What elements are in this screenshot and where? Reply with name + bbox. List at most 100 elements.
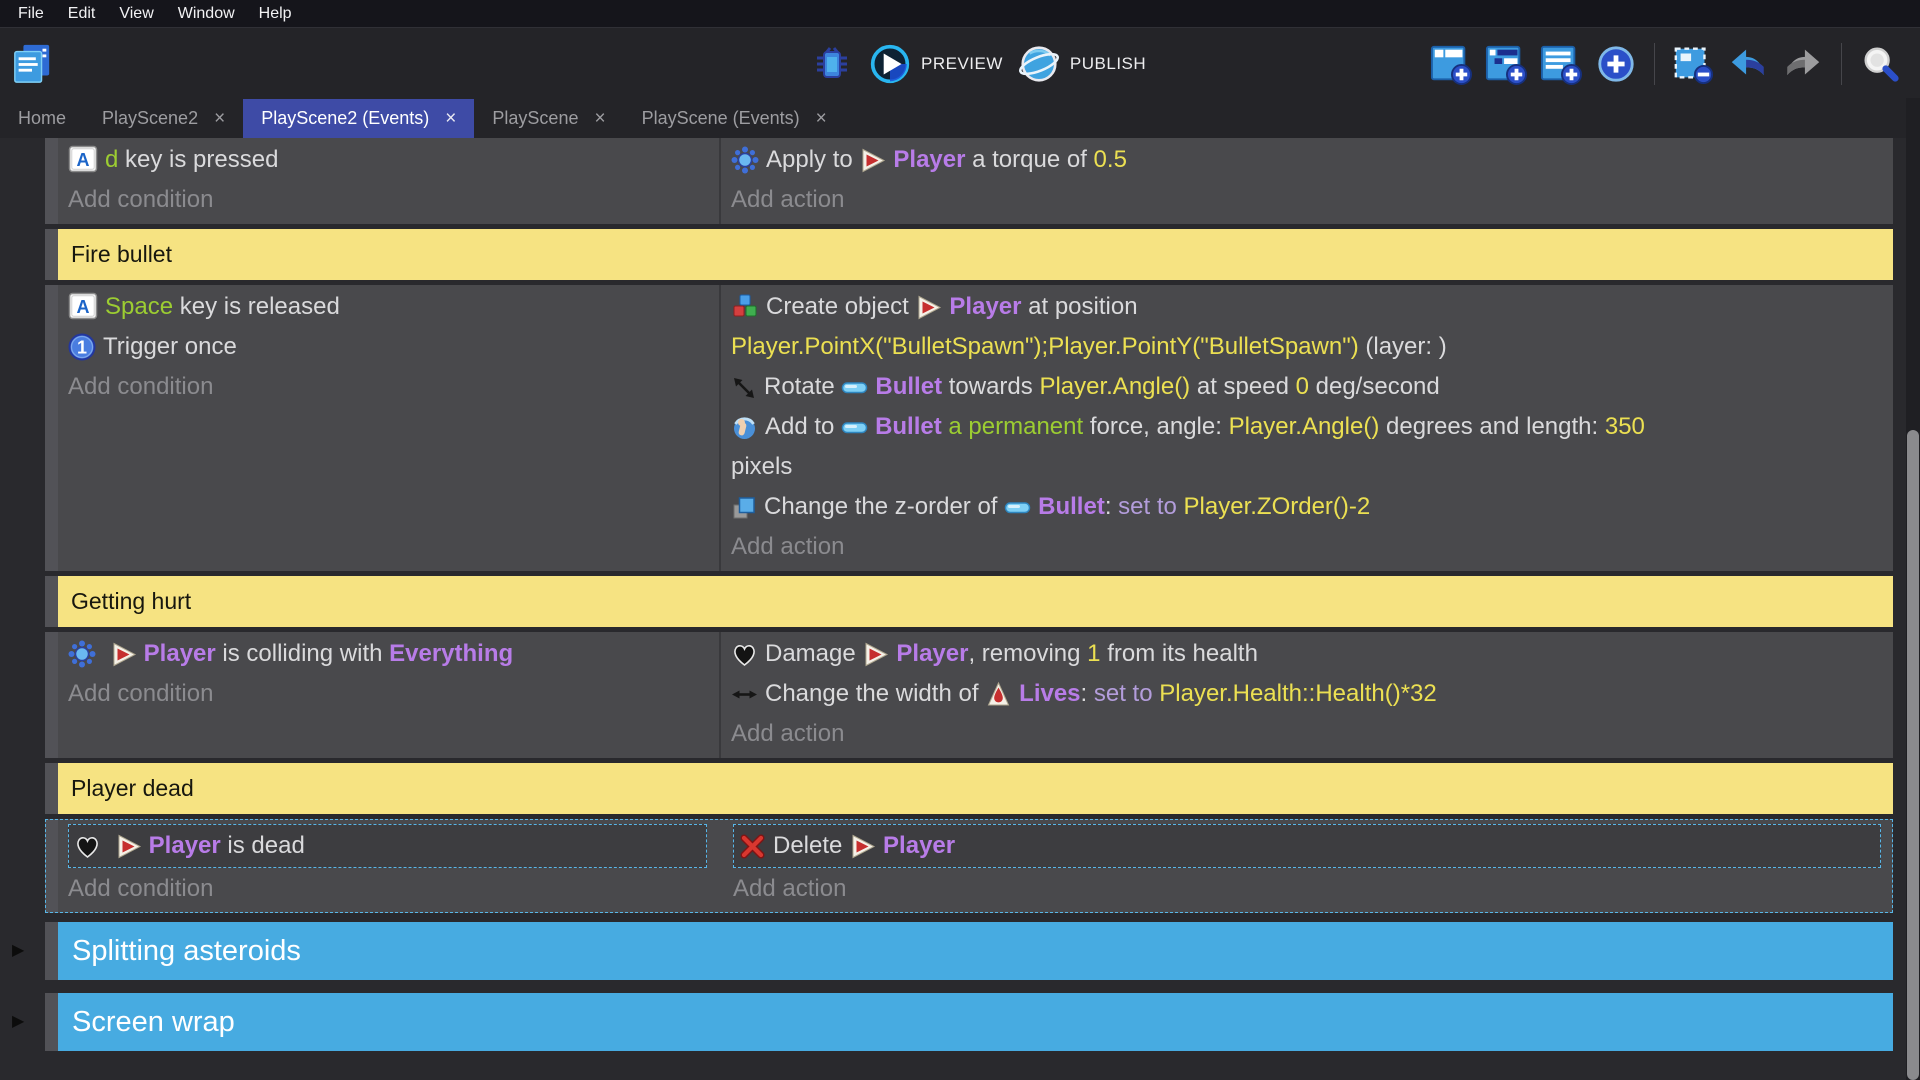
condition-line[interactable]: Player is colliding with Everything bbox=[68, 634, 707, 674]
text-segment: : bbox=[1105, 493, 1118, 520]
event-row[interactable]: Player is deadAdd condition Delete Player… bbox=[45, 819, 1893, 913]
physics-icon bbox=[68, 640, 103, 667]
menu-item-help[interactable]: Help bbox=[247, 5, 304, 23]
event-left-strip bbox=[45, 138, 58, 224]
text-segment: Apply to bbox=[766, 146, 859, 173]
text-segment: Create object bbox=[766, 293, 915, 320]
add-condition-button[interactable]: Add condition bbox=[68, 367, 707, 407]
text-segment: Player bbox=[144, 640, 216, 667]
close-tab-icon[interactable]: × bbox=[214, 109, 225, 128]
tab-playscene2[interactable]: PlayScene2 × bbox=[84, 99, 243, 138]
condition-line[interactable]: Player is dead bbox=[74, 826, 701, 866]
force-icon bbox=[731, 413, 765, 440]
player-icon bbox=[915, 293, 949, 320]
close-tab-icon[interactable]: × bbox=[594, 109, 605, 128]
action-line[interactable]: Player.PointX("BulletSpawn");Player.Poin… bbox=[731, 327, 1881, 367]
condition-line[interactable]: ASpace key is released bbox=[68, 287, 707, 327]
comment-text[interactable]: Player dead bbox=[58, 763, 1893, 814]
search-icon[interactable] bbox=[1858, 42, 1902, 86]
group-title[interactable]: Screen wrap bbox=[58, 993, 1893, 1051]
event-left-strip bbox=[45, 229, 58, 280]
action-line[interactable]: Create object Player at position bbox=[731, 287, 1881, 327]
undo-icon[interactable] bbox=[1726, 42, 1770, 86]
actions-column: Damage Player, removing 1 from its healt… bbox=[719, 632, 1893, 758]
add-condition-button[interactable]: Add condition bbox=[68, 674, 707, 714]
condition-line[interactable]: Ad key is pressed bbox=[68, 140, 707, 180]
redo-icon[interactable] bbox=[1781, 42, 1825, 86]
text-segment: towards bbox=[942, 373, 1039, 400]
action-line[interactable]: Delete Player bbox=[739, 826, 1875, 866]
text-segment: is colliding with bbox=[216, 640, 389, 667]
menu-bar: FileEditViewWindowHelp bbox=[0, 0, 1920, 27]
actions-list: Damage Player, removing 1 from its healt… bbox=[731, 634, 1881, 714]
tab-playscene[interactable]: PlayScene× bbox=[474, 99, 623, 138]
publish-label: PUBLISH bbox=[1070, 54, 1146, 74]
sheet-footer: Add a new event Add... bbox=[0, 1064, 1920, 1080]
collapse-arrow-icon[interactable]: ▶ bbox=[12, 943, 24, 959]
comment-row: Fire bullet bbox=[45, 229, 1893, 280]
tab-home[interactable]: Home bbox=[0, 99, 84, 138]
conditions-column: Player is deadAdd condition bbox=[58, 819, 719, 913]
toolbar: PREVIEW PUBLISH bbox=[0, 27, 1920, 99]
event-row[interactable]: Player is colliding with EverythingAdd c… bbox=[45, 632, 1893, 758]
add-condition-button[interactable]: Add condition bbox=[68, 180, 707, 220]
text-segment: Player bbox=[949, 293, 1021, 320]
close-tab-icon[interactable]: × bbox=[445, 109, 456, 128]
action-line[interactable]: Change the width of Lives: set to Player… bbox=[731, 674, 1881, 714]
keyboard-icon: A bbox=[68, 293, 105, 320]
tab-label: PlayScene2 bbox=[102, 108, 198, 129]
event-row[interactable]: Ad key is pressedAdd condition Apply to P… bbox=[45, 138, 1893, 224]
menu-item-edit[interactable]: Edit bbox=[56, 5, 108, 23]
tab-playscene2-events[interactable]: PlayScene2 (Events)× bbox=[243, 99, 474, 138]
condition-line[interactable]: 1Trigger once bbox=[68, 327, 707, 367]
add-event-icon[interactable] bbox=[1429, 42, 1473, 86]
add-subevent-icon[interactable] bbox=[1484, 42, 1528, 86]
text-segment: Damage bbox=[765, 640, 862, 667]
menu-item-view[interactable]: View bbox=[107, 5, 165, 23]
comment-text[interactable]: Fire bullet bbox=[58, 229, 1893, 280]
comment-text[interactable]: Getting hurt bbox=[58, 576, 1893, 627]
group-row[interactable]: ▶Splitting asteroids bbox=[45, 922, 1893, 980]
text-segment: Player bbox=[896, 640, 968, 667]
bullet-icon bbox=[841, 413, 875, 440]
conditions-column: ASpace key is released1Trigger onceAdd c… bbox=[58, 285, 719, 571]
delete-selected-events-icon[interactable] bbox=[1671, 42, 1715, 86]
scrollbar-thumb[interactable] bbox=[1907, 430, 1919, 1080]
add-comment-icon[interactable] bbox=[1539, 42, 1583, 86]
action-line[interactable]: Rotate Bullet towards Player.Angle() at … bbox=[731, 367, 1881, 407]
vertical-scrollbar[interactable] bbox=[1906, 98, 1920, 1080]
text-segment: Change the z-order of bbox=[764, 493, 1004, 520]
text-segment: , removing bbox=[968, 640, 1087, 667]
add-condition-button[interactable]: Add condition bbox=[68, 869, 707, 909]
add-action-button[interactable]: Add action bbox=[733, 869, 1881, 909]
group-row[interactable]: ▶Screen wrap bbox=[45, 993, 1893, 1051]
action-line[interactable]: pixels bbox=[731, 447, 1881, 487]
close-tab-icon[interactable]: × bbox=[816, 109, 827, 128]
player-icon bbox=[849, 832, 883, 859]
project-manager-icon[interactable] bbox=[10, 42, 54, 86]
publish-button[interactable]: PUBLISH bbox=[1017, 42, 1146, 86]
text-segment bbox=[108, 832, 115, 859]
menu-item-window[interactable]: Window bbox=[166, 5, 247, 23]
collapse-arrow-icon[interactable]: ▶ bbox=[12, 1014, 24, 1030]
menu-item-file[interactable]: File bbox=[6, 5, 56, 23]
action-line[interactable]: Damage Player, removing 1 from its healt… bbox=[731, 634, 1881, 674]
event-row[interactable]: ASpace key is released1Trigger onceAdd c… bbox=[45, 285, 1893, 571]
action-line[interactable]: Change the z-order of Bullet: set to Pla… bbox=[731, 487, 1881, 527]
event-left-strip bbox=[45, 285, 58, 571]
add-other-event-icon[interactable] bbox=[1594, 42, 1638, 86]
debugger-icon[interactable] bbox=[810, 42, 854, 86]
add-action-button[interactable]: Add action bbox=[731, 714, 1881, 754]
action-line[interactable]: Add to Bullet a permanent force, angle: … bbox=[731, 407, 1881, 447]
actions-column: Apply to Player a torque of 0.5Add actio… bbox=[719, 138, 1893, 224]
text-segment: force, angle: bbox=[1083, 413, 1228, 440]
group-title[interactable]: Splitting asteroids bbox=[58, 922, 1893, 980]
add-action-button[interactable]: Add action bbox=[731, 527, 1881, 567]
add-action-button[interactable]: Add action bbox=[731, 180, 1881, 220]
text-segment: Player.Angle() bbox=[1039, 373, 1190, 400]
action-line[interactable]: Apply to Player a torque of 0.5 bbox=[731, 140, 1881, 180]
tab-playscene-events[interactable]: PlayScene (Events)× bbox=[624, 99, 845, 138]
preview-button[interactable]: PREVIEW bbox=[868, 42, 1003, 86]
text-segment: a permanent bbox=[942, 413, 1083, 440]
text-segment: Player.PointX("BulletSpawn");Player.Poin… bbox=[731, 333, 1359, 360]
